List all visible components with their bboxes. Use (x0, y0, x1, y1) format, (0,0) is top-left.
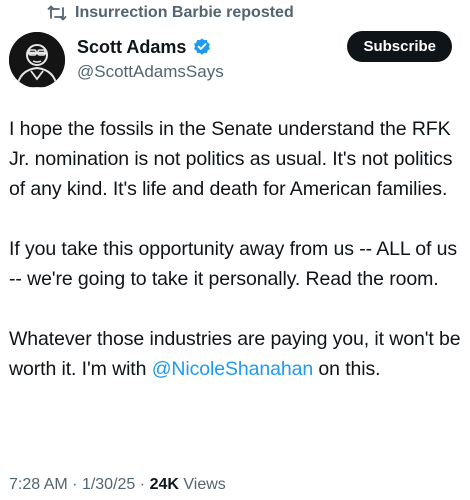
tweet-text: I hope the fossils in the Senate underst… (9, 114, 461, 384)
tweet-meta: 7:28 AM · 1/30/25 · 24K Views (9, 476, 226, 494)
avatar[interactable] (9, 32, 65, 88)
repost-label: Insurrection Barbie reposted (75, 4, 294, 21)
tweet-paragraph: If you take this opportunity away from u… (9, 238, 458, 290)
tweet-date[interactable]: 1/30/25 (82, 476, 135, 493)
mention-link[interactable]: @NicoleShanahan (152, 358, 314, 380)
author-block: Scott Adams @ScottAdamsSays (77, 36, 224, 82)
repost-indicator[interactable]: Insurrection Barbie reposted (47, 3, 294, 23)
tweet-paragraph: I hope the fossils in the Senate underst… (9, 118, 453, 200)
tweet-paragraph: Whatever those industries are paying you… (9, 324, 461, 384)
views-label: Views (183, 476, 226, 493)
subscribe-button[interactable]: Subscribe (347, 31, 452, 62)
author-display-name[interactable]: Scott Adams (77, 37, 186, 58)
meta-separator: · (139, 476, 146, 493)
author-handle[interactable]: @ScottAdamsSays (77, 62, 224, 82)
tweet-time[interactable]: 7:28 AM (9, 476, 68, 493)
repost-icon (47, 5, 67, 21)
tweet-text-segment: on this. (313, 358, 381, 380)
views-count: 24K (149, 476, 179, 493)
verified-badge-icon (192, 37, 212, 57)
meta-separator: · (72, 476, 78, 493)
